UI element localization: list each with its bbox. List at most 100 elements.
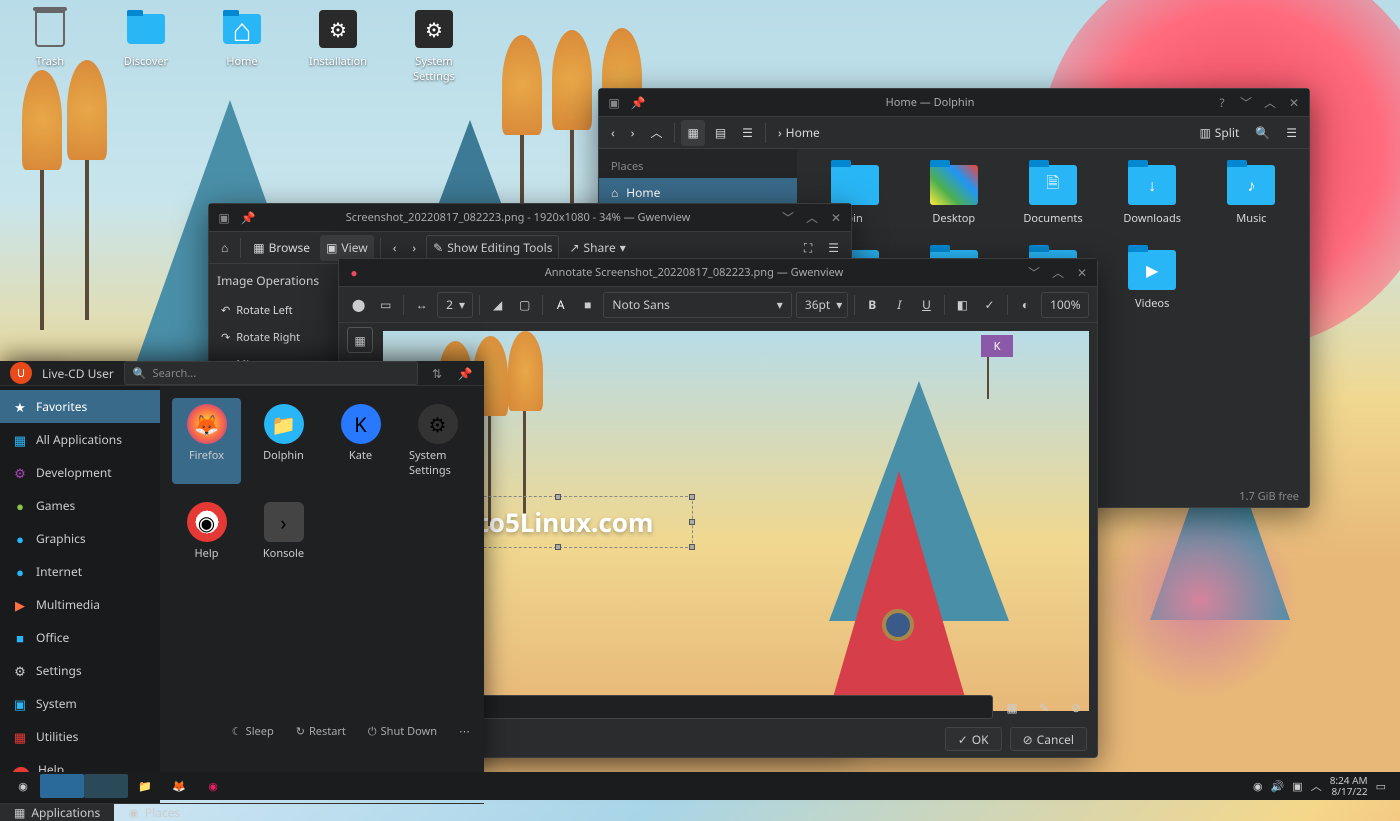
user-avatar[interactable]: U [10,362,32,384]
resize-handle[interactable] [689,494,695,500]
app-firefox[interactable]: 🦊Firefox [172,398,241,484]
font-size-select[interactable]: 36pt ▾ [796,292,848,318]
pin-icon[interactable]: 📌 [629,94,647,112]
task-item[interactable] [40,774,84,798]
folder-videos[interactable]: ▶Videos [1111,250,1194,311]
folder-documents[interactable]: 🗎Documents [1011,165,1094,226]
category-multimedia[interactable]: ▶Multimedia [0,588,160,621]
stroke-style-button[interactable]: ▭ [374,292,397,318]
shutdown-button[interactable]: ⏻ Shut Down [362,720,443,743]
width-input[interactable]: 2 ▾ [437,292,473,318]
gwenview-titlebar[interactable]: ▣ 📌 Screenshot_20220817_082223.png - 192… [209,204,851,232]
desktop-icon-home[interactable]: ⌂Home [210,8,274,84]
compact-view-button[interactable]: ▤ [709,120,732,146]
folder-music[interactable]: ♪Music [1210,165,1293,226]
category-all-applications[interactable]: ▦All Applications [0,423,160,456]
desktop-icon-discover[interactable]: Discover [114,8,178,84]
close-icon[interactable]: ✕ [1073,264,1091,282]
minimize-icon[interactable]: ﹀ [1237,94,1255,112]
annotate-titlebar[interactable]: ● Annotate Screenshot_20220817_082223.pn… [339,259,1097,287]
shadow-button[interactable]: ◧ [951,292,974,318]
category-settings[interactable]: ⚙Settings [0,654,160,687]
no-action-tool[interactable]: ⊘ [1063,694,1089,720]
search-button[interactable]: 🔍 [1249,120,1276,146]
task-item[interactable]: ◉ [196,774,230,798]
next-button[interactable]: › [406,235,422,261]
ok-button[interactable]: ✓ OK [945,727,1002,751]
back-button[interactable]: ‹ [605,120,621,146]
no-fill-button[interactable]: ▢ [513,292,536,318]
resize-handle[interactable] [689,519,695,525]
category-development[interactable]: ⚙Development [0,456,160,489]
menu-button[interactable]: ☰ [822,235,845,261]
rotate-left-button[interactable]: ↶Rotate Left [217,297,329,324]
forward-button[interactable]: › [625,120,641,146]
check-button[interactable]: ✓ [978,292,1001,318]
volume-icon[interactable]: 🔊 [1271,779,1285,794]
more-button[interactable]: ⋯ [453,720,476,743]
task-item[interactable] [84,774,128,798]
task-firefox[interactable]: 🦊 [162,774,196,798]
text-color-button[interactable]: A [549,292,572,318]
category-graphics[interactable]: ●Graphics [0,522,160,555]
app-dolphin[interactable]: 📁Dolphin [249,398,318,484]
rotate-right-button[interactable]: ↷Rotate Right [217,324,329,351]
folder-downloads[interactable]: ↓Downloads [1111,165,1194,226]
resize-handle[interactable] [555,494,561,500]
category-utilities[interactable]: ▦Utilities [0,720,160,753]
show-editing-tools-button[interactable]: ✎ Show Editing Tools [426,235,559,261]
italic-button[interactable]: I [888,292,911,318]
minimize-icon[interactable]: ﹀ [779,209,797,227]
show-desktop-button[interactable]: ▭ [1376,779,1386,794]
font-select[interactable]: Noto Sans▾ [603,292,792,318]
maximize-icon[interactable]: ︿ [1261,94,1279,112]
fullscreen-button[interactable]: ⛶ [798,235,818,261]
view-button[interactable]: ▣ View [320,235,374,261]
split-button[interactable]: ▥ Split [1193,120,1245,146]
app-kate[interactable]: KKate [326,398,395,484]
pin-button[interactable]: 📌 [456,364,474,382]
pencil-tool[interactable]: ✎ [1031,694,1057,720]
width-button[interactable]: ↔ [410,292,433,318]
maximize-icon[interactable]: ︿ [1049,264,1067,282]
help-icon[interactable]: ? [1213,94,1231,112]
share-button[interactable]: ↗ Share ▾ [563,235,631,261]
select-tool[interactable]: ▦ [347,327,373,353]
app-help[interactable]: ◉Help [172,496,241,567]
prev-button[interactable]: ‹ [387,235,403,261]
app-system-settings[interactable]: ⚙System Settings [403,398,472,484]
tab-places[interactable]: ◉ Places [114,804,194,821]
fill-button[interactable]: ◢ [486,292,509,318]
dolphin-titlebar[interactable]: ▣ 📌 Home — Dolphin ? ﹀ ︿ ✕ [599,89,1309,117]
stroke-color-button[interactable]: ⬤ [347,292,370,318]
task-dolphin[interactable]: 📁 [128,774,162,798]
browse-button[interactable]: ▦ Browse [247,235,316,261]
category-system[interactable]: ▣System [0,687,160,720]
sort-button[interactable]: ⇅ [428,364,446,382]
category-office[interactable]: ■Office [0,621,160,654]
desktop-icon-trash[interactable]: Trash [18,8,82,84]
network-icon[interactable]: ◉ [1253,779,1263,794]
restart-button[interactable]: ↻ Restart [290,720,352,743]
icons-view-button[interactable]: ▦ [681,120,704,146]
desktop-icon-system-settings[interactable]: ⚙System Settings [402,8,466,84]
resize-handle[interactable] [555,544,561,550]
menu-button[interactable]: ☰ [1280,120,1303,146]
annotate-canvas[interactable]: 9to5Linux.com [383,331,1089,711]
bold-button[interactable]: B [861,292,884,318]
tab-applications[interactable]: ▦ Applications [0,804,114,821]
grid-toggle[interactable]: ▦ [999,694,1025,720]
close-icon[interactable]: ✕ [1285,94,1303,112]
resize-handle[interactable] [689,544,695,550]
opacity-input[interactable]: 100% [1041,292,1089,318]
clock[interactable]: 8:24 AM 8/17/22 [1330,775,1368,797]
sleep-button[interactable]: ☾ Sleep [226,720,280,743]
category-favorites[interactable]: ★Favorites [0,390,160,423]
close-icon[interactable]: ✕ [827,209,845,227]
cancel-button[interactable]: ⊘ Cancel [1010,727,1087,751]
minimize-icon[interactable]: ﹀ [1025,264,1043,282]
underline-button[interactable]: U [915,292,938,318]
breadcrumb[interactable]: › Home [772,120,826,146]
home-button[interactable]: ⌂ [215,235,234,261]
tray-expand-icon[interactable]: ︿ [1311,778,1322,794]
